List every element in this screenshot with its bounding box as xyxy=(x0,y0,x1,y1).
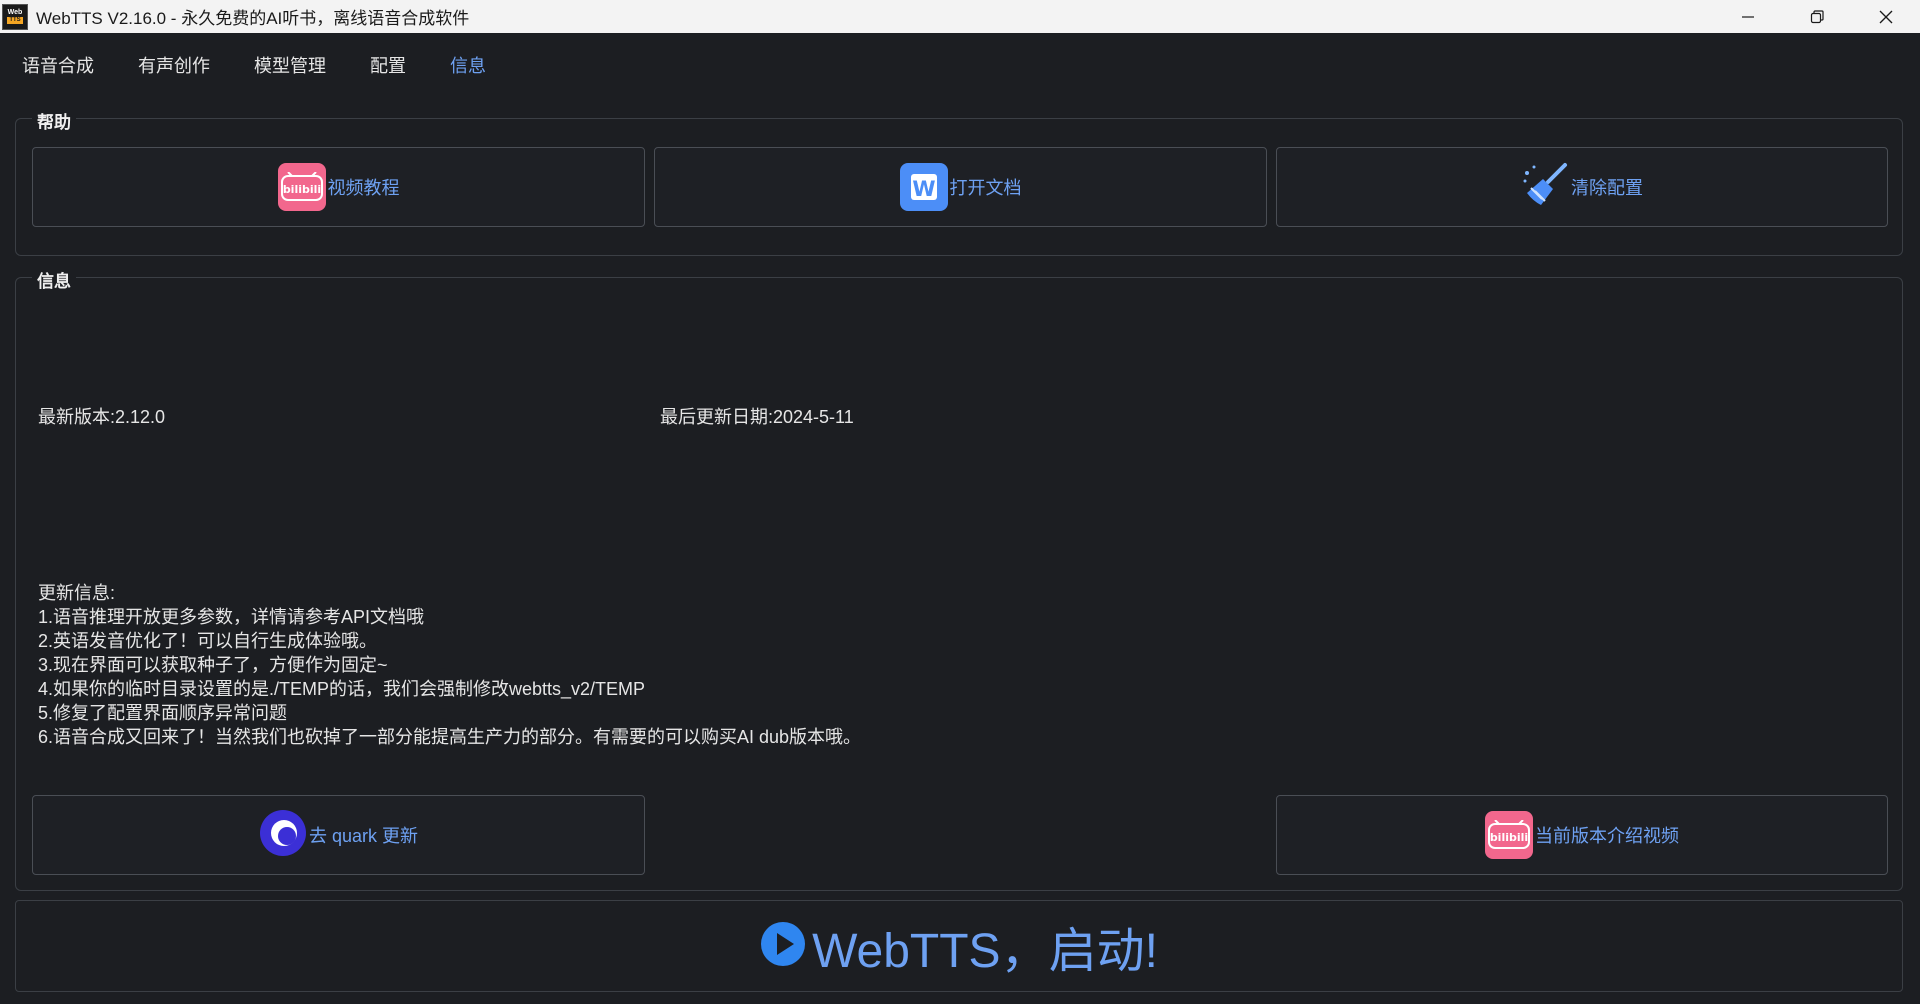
info-group: 信息 最新版本:2.12.0 最后更新日期:2024-5-11 更新信息: 1.… xyxy=(15,267,1903,891)
window-title: WebTTS V2.16.0 - 永久免费的AI听书，离线语音合成软件 xyxy=(36,9,470,28)
update-note-item: 1.语音推理开放更多参数，详情请参考API文档哦 xyxy=(38,607,425,627)
intro-video-button[interactable]: bilibili 当前版本介绍视频 xyxy=(1276,795,1888,875)
window-titlebar: Web TTS WebTTS V2.16.0 - 永久免费的AI听书，离线语音合… xyxy=(0,0,1920,33)
quark-update-label: 去 quark 更新 xyxy=(308,826,419,846)
video-tutorial-button[interactable]: bilibili 视频教程 xyxy=(32,147,645,227)
last-update-text: 最后更新日期:2024-5-11 xyxy=(660,407,854,427)
restore-button[interactable] xyxy=(1782,0,1851,33)
update-notes-heading: 更新信息: xyxy=(38,583,116,603)
open-docs-button[interactable]: W 打开文档 xyxy=(654,147,1267,227)
tab-settings[interactable]: 配置 xyxy=(370,52,406,78)
quark-icon xyxy=(259,809,307,862)
bilibili-icon: bilibili xyxy=(1485,811,1533,859)
latest-version-text: 最新版本:2.12.0 xyxy=(38,407,166,427)
play-icon xyxy=(760,921,806,972)
tab-info[interactable]: 信息 xyxy=(450,52,486,78)
app-icon: Web TTS xyxy=(2,3,28,30)
broom-icon xyxy=(1521,161,1569,214)
launch-label: WebTTS，启动! xyxy=(812,925,1158,978)
close-icon xyxy=(1879,10,1892,23)
help-group-title: 帮助 xyxy=(32,108,76,133)
minimize-icon xyxy=(1741,15,1754,18)
video-tutorial-label: 视频教程 xyxy=(327,178,400,198)
document-icon: W xyxy=(899,163,948,211)
svg-text:bilibili: bilibili xyxy=(282,183,320,196)
update-note-item: 2.英语发音优化了！可以自行生成体验哦。 xyxy=(38,631,378,651)
tab-model-management[interactable]: 模型管理 xyxy=(254,52,326,78)
update-note-item: 6.语音合成又回来了！当然我们也砍掉了一部分能提高生产力的部分。有需要的可以购买… xyxy=(38,727,862,747)
close-button[interactable] xyxy=(1851,0,1920,33)
main-tab-bar: 语音合成 有声创作 模型管理 配置 信息 xyxy=(0,33,1920,97)
minimize-button[interactable] xyxy=(1713,0,1782,33)
tab-audio-creation[interactable]: 有声创作 xyxy=(138,52,210,78)
quark-update-button[interactable]: 去 quark 更新 xyxy=(32,795,645,875)
clear-config-button[interactable]: 清除配置 xyxy=(1276,147,1888,227)
update-note-item: 5.修复了配置界面顺序异常问题 xyxy=(38,703,288,723)
update-note-item: 3.现在界面可以获取种子了，方便作为固定~ xyxy=(38,655,388,675)
launch-button[interactable]: WebTTS，启动! xyxy=(15,900,1903,992)
info-group-title: 信息 xyxy=(32,267,76,292)
clear-config-label: 清除配置 xyxy=(1571,178,1643,198)
app-icon-top-text: Web xyxy=(7,9,23,16)
tab-speech-synthesis[interactable]: 语音合成 xyxy=(22,52,94,78)
help-group: 帮助 bilibili 视频教程 W 打开文档 清除配置 xyxy=(15,108,1903,256)
svg-text:bilibili: bilibili xyxy=(1490,831,1528,844)
update-note-item: 4.如果你的临时目录设置的是./TEMP的话，我们会强制修改webtts_v2/… xyxy=(38,679,646,699)
update-notes: 更新信息: 1.语音推理开放更多参数，详情请参考API文档哦 2.英语发音优化了… xyxy=(38,581,861,749)
open-docs-label: 打开文档 xyxy=(949,178,1022,198)
intro-video-label: 当前版本介绍视频 xyxy=(1535,826,1679,846)
restore-icon xyxy=(1810,9,1824,23)
svg-text:W: W xyxy=(912,177,935,201)
bilibili-icon: bilibili xyxy=(277,163,326,211)
app-icon-bottom-text: TTS xyxy=(7,17,23,24)
